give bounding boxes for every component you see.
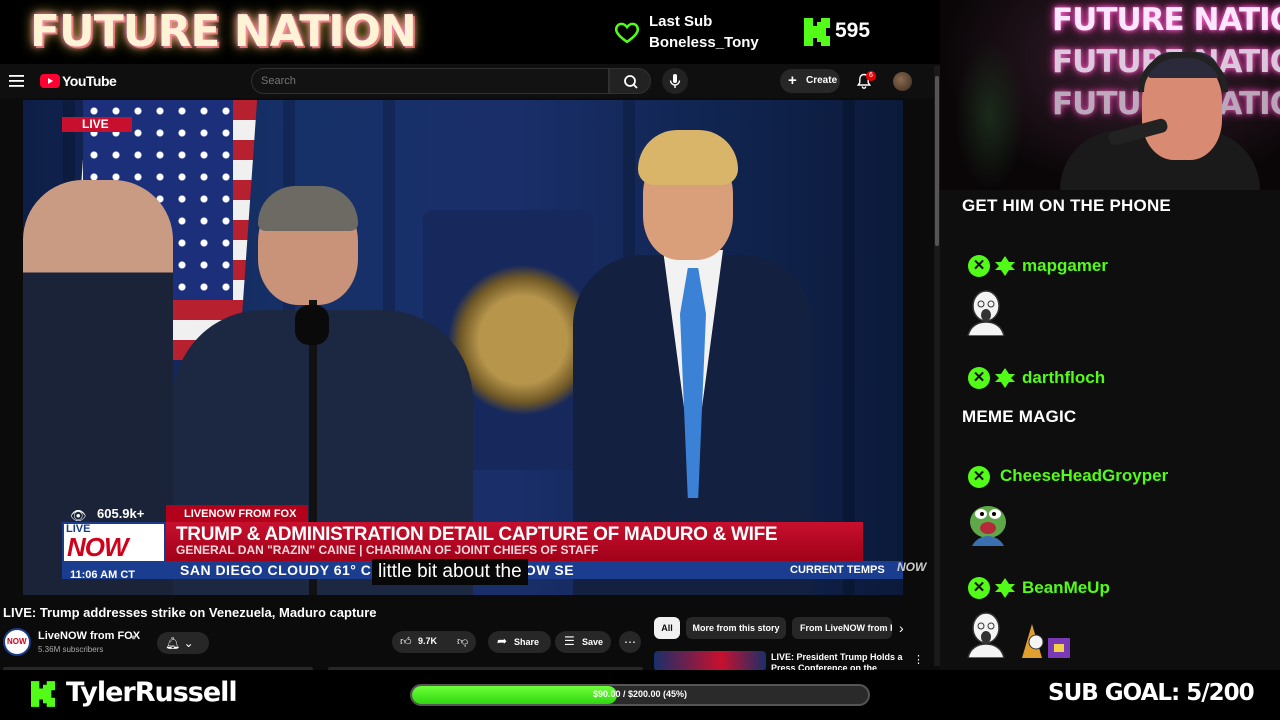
more-vert-icon[interactable]: ⋮ (913, 653, 924, 666)
wizard-emote (1022, 624, 1070, 658)
menu-icon[interactable] (9, 75, 24, 87)
kick-badge-icon: ✕ (968, 367, 990, 389)
subscriber-badge-icon (995, 368, 1015, 388)
search-input[interactable] (261, 69, 601, 93)
kick-logo-icon (31, 681, 55, 707)
donation-goal-label: $90.00 / $200.00 (45%) (592, 689, 688, 699)
notification-badge: 6 (866, 71, 876, 81)
kick-badge-icon: ✕ (968, 466, 990, 488)
source-tag: LIVENOW FROM FOX (166, 505, 308, 523)
subscriber-badge-icon (995, 578, 1015, 598)
thumbs-down-icon[interactable]: 👎︎ (457, 635, 468, 648)
share-icon: ➦ (497, 634, 508, 648)
chat-message-text: MEME MAGIC (962, 407, 1077, 426)
voice-search-button[interactable] (662, 68, 688, 94)
live-badge: LIVE (62, 117, 132, 132)
youtube-brand[interactable]: YouTube (62, 73, 117, 89)
chat-username[interactable]: BeanMeUp (1022, 578, 1110, 598)
recommended-video-title[interactable]: LIVE: President Trump Holds a Press Conf… (771, 652, 906, 670)
video-title: LIVE: Trump addresses strike on Venezuel… (3, 605, 377, 620)
subscriber-badge-icon (995, 256, 1015, 276)
chat-username[interactable]: mapgamer (1022, 256, 1108, 276)
video-player[interactable] (23, 100, 903, 595)
chevron-right-icon[interactable]: › (899, 620, 904, 636)
lower-third-subline: GENERAL DAN "RAZIN" CAINE | CHARIMAN OF … (176, 543, 599, 557)
thumbs-up-icon[interactable]: 👍︎ (400, 635, 412, 648)
search-field[interactable] (251, 68, 609, 94)
channel-avatar-text: NOW (7, 637, 27, 646)
view-count: 605.9k+ (97, 506, 145, 521)
save-icon: ☰ (564, 634, 575, 648)
kick-logo-icon (804, 18, 830, 46)
sub-goal: SUB GOAL: 5/200 (1048, 680, 1255, 706)
kick-badge-icon: ✕ (968, 577, 990, 599)
last-sub-title: Last Sub (649, 13, 713, 30)
heart-icon (614, 22, 640, 44)
chat-username[interactable]: CheeseHeadGroyper (1000, 466, 1168, 486)
mic-icon (669, 74, 681, 88)
more-actions-button[interactable]: ⋯ (619, 631, 641, 653)
ticker-label: CURRENT TEMPS (788, 561, 903, 579)
recommended-video-thumbnail[interactable] (654, 651, 766, 671)
soyjak-emote (967, 612, 1005, 658)
pepe-emote (970, 506, 1006, 546)
bell-icon: 🔔︎ ⌄ (165, 636, 194, 650)
podium-mic (295, 305, 329, 345)
channel-name[interactable]: LiveNOW from FOX (38, 630, 140, 642)
chat-panel (940, 190, 1280, 670)
closed-caption: little bit about the (372, 559, 528, 585)
chat-message-text: GET HIM ON THE PHONE (962, 196, 1171, 215)
scrollbar-thumb[interactable] (935, 76, 939, 246)
chip-from-channel[interactable]: From LiveNOW from FOX (792, 617, 892, 639)
livenow-logo-now: NOW (67, 532, 129, 562)
follower-count: 595 (835, 19, 871, 42)
last-sub-name: Boneless_Tony (649, 34, 759, 51)
verified-icon: ● (131, 632, 137, 642)
webcam-plant (955, 40, 1025, 190)
chip-all[interactable]: All (654, 617, 680, 639)
ticker-time: 11:06 AM CT (70, 569, 136, 581)
like-count: 9.7K (418, 636, 438, 646)
search-icon (624, 75, 638, 89)
kick-badge-icon: ✕ (968, 255, 990, 277)
neon-sign-line: FUTURE NATION (1052, 2, 1280, 38)
account-avatar[interactable] (893, 72, 912, 91)
chat-username[interactable]: darthfloch (1022, 368, 1105, 388)
search-button[interactable] (609, 68, 651, 94)
brand-logo-text: FUTURE NATION (30, 6, 417, 57)
now-bug: NOW (897, 560, 927, 574)
subscriber-count: 5.36M subscribers (38, 645, 104, 654)
soyjak-emote (967, 290, 1005, 336)
plus-icon: + (788, 72, 797, 89)
chip-more-from-story[interactable]: More from this story (686, 617, 786, 639)
youtube-logo-icon[interactable] (40, 74, 60, 88)
subscription-bell-button[interactable]: 🔔︎ ⌄ (157, 632, 209, 654)
streamer-name: TylerRussell (66, 677, 238, 708)
